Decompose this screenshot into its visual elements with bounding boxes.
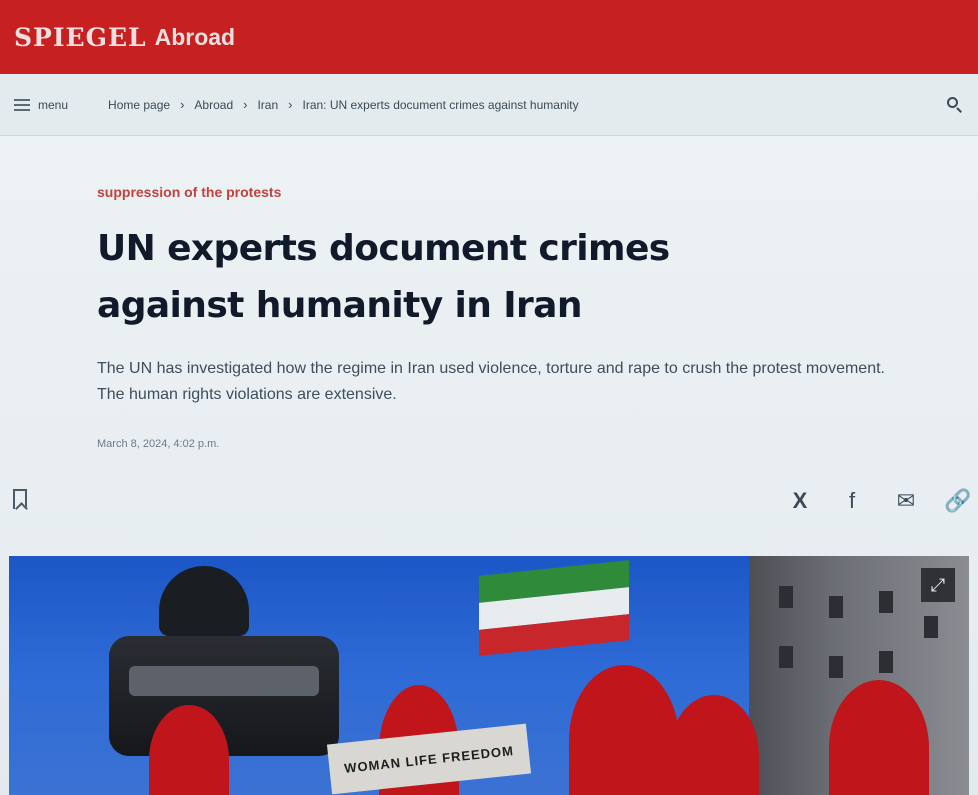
protester <box>569 665 679 795</box>
share-x-icon[interactable]: X <box>786 488 814 514</box>
expand-icon: ⤢ <box>930 574 946 595</box>
breadcrumb-separator: › <box>243 97 248 112</box>
iran-flag <box>479 560 629 656</box>
expand-image-button[interactable]: ⤢ <box>921 568 955 602</box>
menu-label: menu <box>38 97 69 112</box>
share-facebook-icon[interactable]: f <box>838 488 866 514</box>
breadcrumb-home[interactable]: Home page <box>108 98 170 112</box>
copy-link-icon[interactable]: 🔗 <box>944 488 972 514</box>
section-title[interactable]: Abroad <box>155 24 236 51</box>
menu-button[interactable]: menu <box>14 98 68 112</box>
site-header: SPIEGEL Abroad <box>0 0 978 74</box>
breadcrumb-separator: › <box>288 97 293 112</box>
bookmark-icon[interactable] <box>13 489 27 509</box>
share-email-icon[interactable]: ✉ <box>892 488 920 514</box>
protester <box>669 695 759 795</box>
article-actions: X f ✉ 🔗 <box>0 480 978 524</box>
breadcrumb-separator: › <box>180 97 185 112</box>
breadcrumb: Home page › Abroad › Iran › Iran: UN exp… <box>108 97 579 112</box>
banner-text: WOMAN LIFE FREEDOM <box>343 742 515 776</box>
article-headline: UN experts document crimes against human… <box>97 228 670 326</box>
article-date: March 8, 2024, 4:02 p.m. <box>97 438 220 450</box>
hero-image[interactable]: WOMAN LIFE FREEDOM ⤢ <box>9 556 969 795</box>
navigation-bar: menu Home page › Abroad › Iran › Iran: U… <box>0 74 978 136</box>
browser-viewport: SPIEGEL Abroad menu Home page › Abroad ›… <box>0 0 978 795</box>
article-header: suppression of the protests UN experts d… <box>97 184 897 450</box>
breadcrumb-abroad[interactable]: Abroad <box>194 98 233 112</box>
site-logo[interactable]: SPIEGEL <box>14 23 147 52</box>
breadcrumb-iran[interactable]: Iran <box>257 98 278 112</box>
breadcrumb-current: Iran: UN experts document crimes against… <box>302 97 579 112</box>
hamburger-icon <box>14 98 30 111</box>
article-teaser: The UN has investigated how the regime i… <box>97 360 885 403</box>
search-icon[interactable] <box>946 96 964 114</box>
article-kicker: suppression of the protests <box>97 184 282 200</box>
